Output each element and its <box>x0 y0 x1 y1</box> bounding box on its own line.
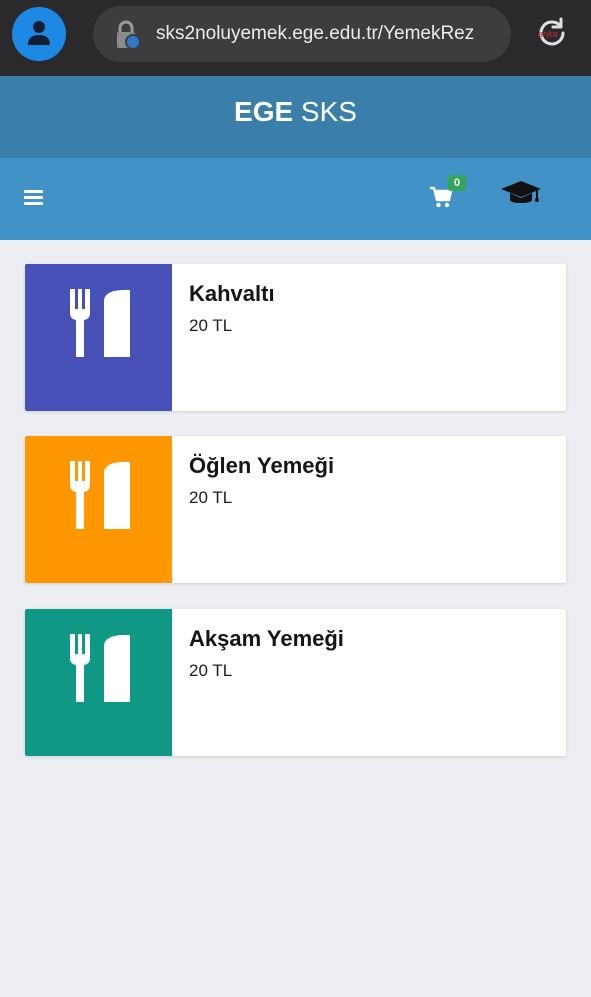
cutlery-icon <box>70 289 130 357</box>
app-header: EGE SKS <box>0 76 591 158</box>
brand-rest: SKS <box>293 96 357 127</box>
meal-color-block <box>25 609 172 756</box>
hamburger-menu-icon[interactable] <box>24 189 44 205</box>
cutlery-icon <box>70 634 130 702</box>
site-lock-icon[interactable] <box>111 19 143 51</box>
meal-price: 20 TL <box>189 661 233 680</box>
meal-color-block <box>25 264 172 411</box>
app-title: EGE SKS <box>0 96 591 128</box>
meal-price: 20 TL <box>189 488 233 507</box>
browser-toolbar: sks2noluyemek.ege.edu.tr/YemekRez anka <box>0 0 591 76</box>
meal-price: 20 TL <box>189 316 233 335</box>
user-icon <box>28 21 50 45</box>
meal-title: Akşam Yemeği <box>189 626 344 651</box>
meal-card-aksam[interactable]: Akşam Yemeği 20 TL <box>25 609 566 756</box>
url-text[interactable]: sks2noluyemek.ege.edu.tr/YemekRez <box>156 23 474 45</box>
brand-strong: EGE <box>234 96 294 127</box>
nav-bar: 0 <box>0 158 591 240</box>
meal-color-block <box>25 436 172 583</box>
cutlery-icon <box>70 461 130 529</box>
cart-count-badge: 0 <box>448 175 466 191</box>
watermark-logo: anka <box>538 29 558 39</box>
meal-title: Kahvaltı <box>189 281 275 306</box>
graduation-cap-icon[interactable] <box>500 180 542 206</box>
meal-card-kahvalti[interactable]: Kahvaltı 20 TL <box>25 264 566 411</box>
address-bar[interactable]: sks2noluyemek.ege.edu.tr/YemekRez <box>93 6 511 62</box>
meal-title: Öğlen Yemeği <box>189 453 335 478</box>
profile-avatar-button[interactable] <box>12 7 66 61</box>
meal-card-oglen[interactable]: Öğlen Yemeği 20 TL <box>25 436 566 583</box>
